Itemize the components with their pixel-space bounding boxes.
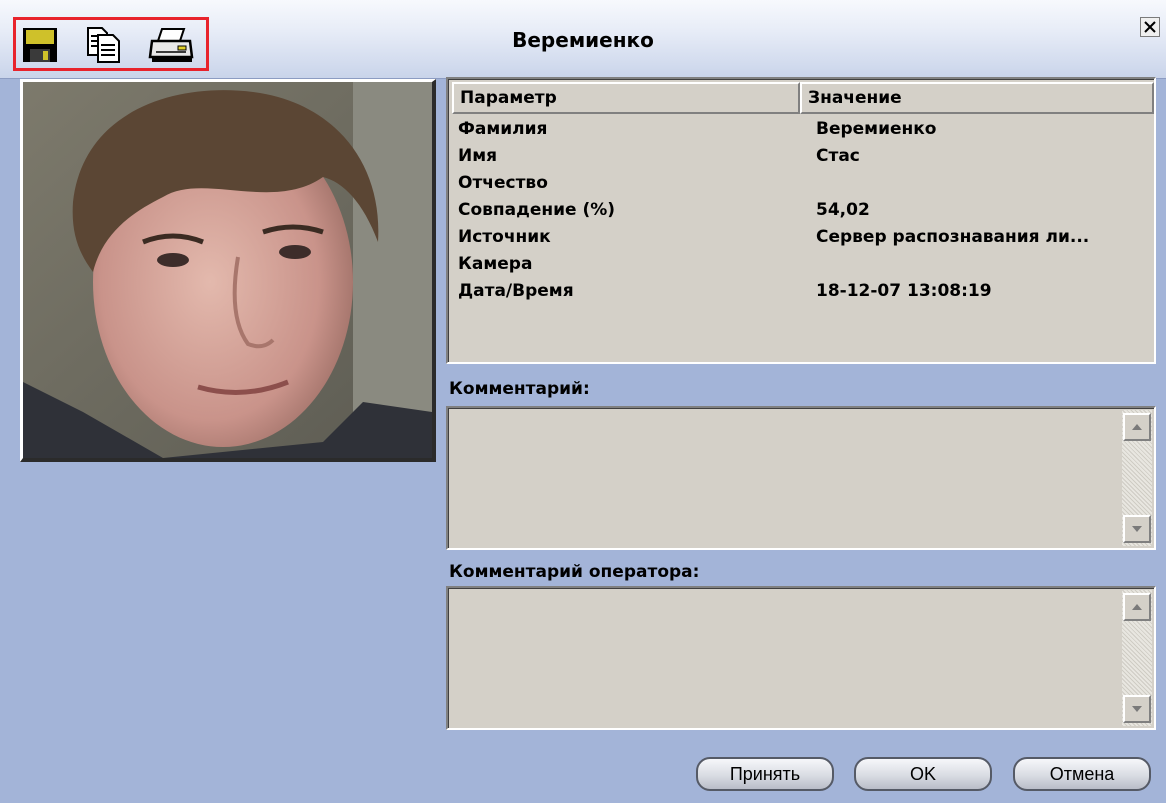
row-param: Дата/Время — [458, 281, 574, 301]
row-value: 18-12-07 13:08:19 — [816, 281, 992, 301]
grid-row[interactable]: Дата/Время 18-12-07 13:08:19 — [458, 281, 1148, 308]
row-param: Имя — [458, 146, 498, 166]
row-value: Веремиенко — [816, 119, 937, 139]
close-button[interactable] — [1140, 17, 1160, 37]
close-icon — [1144, 21, 1156, 33]
grid-row[interactable]: Отчество — [458, 173, 1148, 200]
operator-comment-label: Комментарий оператора: — [449, 562, 700, 582]
arrow-up-icon — [1132, 604, 1142, 610]
row-value: 54,02 — [816, 200, 870, 220]
comment-label: Комментарий: — [449, 379, 590, 399]
comment-box — [446, 406, 1156, 550]
row-param: Фамилия — [458, 119, 548, 139]
parameters-grid: Параметр Значение Фамилия Веремиенко Имя… — [446, 77, 1156, 364]
grid-row[interactable]: Совпадение (%) 54,02 — [458, 200, 1148, 227]
ok-button[interactable]: OK — [854, 757, 992, 791]
grid-header: Параметр Значение — [452, 82, 1154, 114]
scroll-down-button[interactable] — [1123, 515, 1151, 543]
accept-button[interactable]: Принять — [696, 757, 834, 791]
recognition-dialog: Веремиенко Параметр Значение Фамилия Вер… — [0, 0, 1166, 803]
comment-field[interactable] — [450, 410, 1120, 546]
column-header-parameter[interactable]: Параметр — [452, 82, 800, 114]
column-header-value[interactable]: Значение — [800, 82, 1154, 114]
row-param: Камера — [458, 254, 533, 274]
grid-row[interactable]: Источник Сервер распознавания ли... — [458, 227, 1148, 254]
face-photo — [20, 79, 436, 462]
grid-row[interactable]: Фамилия Веремиенко — [458, 119, 1148, 146]
arrow-down-icon — [1132, 526, 1142, 532]
operator-comment-scrollbar[interactable] — [1122, 590, 1152, 726]
row-param: Отчество — [458, 173, 548, 193]
row-value: Стас — [816, 146, 860, 166]
arrow-down-icon — [1132, 706, 1142, 712]
row-value: Сервер распознавания ли... — [816, 227, 1090, 247]
title-bar: Веремиенко — [0, 0, 1166, 79]
grid-row[interactable]: Имя Стас — [458, 146, 1148, 173]
comment-scrollbar[interactable] — [1122, 410, 1152, 546]
cancel-button[interactable]: Отмена — [1013, 757, 1151, 791]
operator-comment-field[interactable] — [450, 590, 1120, 726]
operator-comment-box — [446, 586, 1156, 730]
scroll-up-button[interactable] — [1123, 593, 1151, 621]
grid-row[interactable]: Камера — [458, 254, 1148, 281]
row-param: Совпадение (%) — [458, 200, 616, 220]
window-title: Веремиенко — [512, 28, 654, 52]
arrow-up-icon — [1132, 424, 1142, 430]
scroll-up-button[interactable] — [1123, 413, 1151, 441]
row-param: Источник — [458, 227, 551, 247]
scroll-down-button[interactable] — [1123, 695, 1151, 723]
